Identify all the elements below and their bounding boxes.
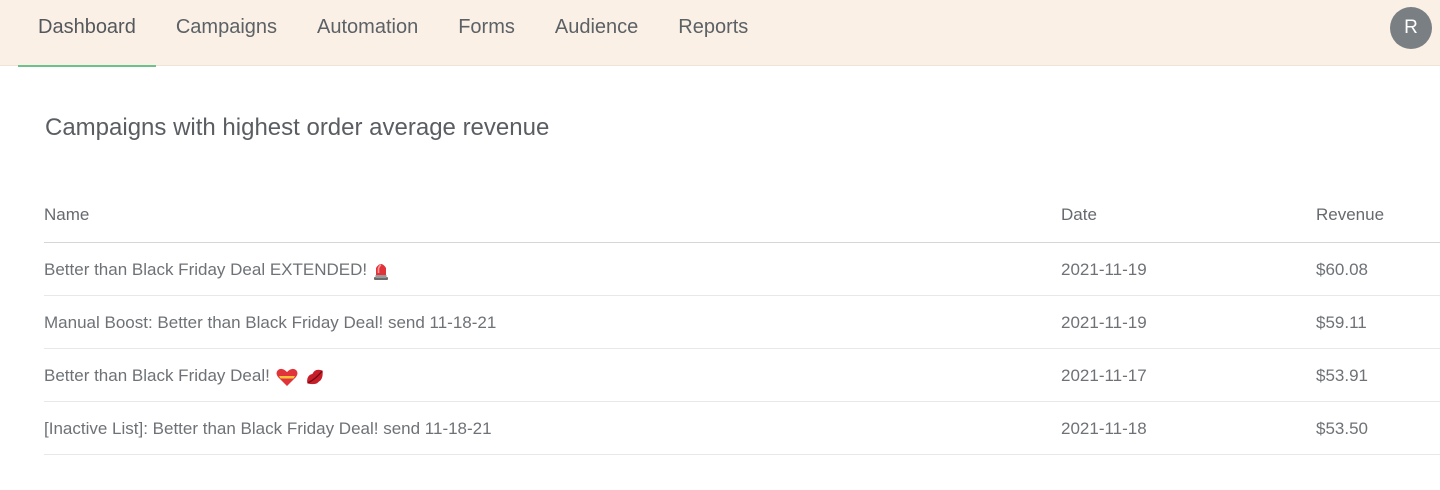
campaign-name[interactable]: Manual Boost: Better than Black Friday D… — [44, 313, 496, 332]
nav-tabs: Dashboard Campaigns Automation Forms Aud… — [18, 0, 768, 67]
table-header: Name Date Revenue — [44, 190, 1440, 243]
campaign-name-cell[interactable]: Manual Boost: Better than Black Friday D… — [44, 296, 496, 349]
header-date[interactable]: Date — [1061, 190, 1097, 243]
campaign-name-cell[interactable]: Better than Black Friday Deal EXTENDED! — [44, 243, 389, 296]
avatar[interactable]: R — [1390, 7, 1432, 49]
lips-icon — [304, 367, 326, 387]
campaign-name-cell[interactable]: [Inactive List]: Better than Black Frida… — [44, 402, 492, 455]
tab-audience[interactable]: Audience — [535, 0, 658, 66]
campaign-name[interactable]: Better than Black Friday Deal! — [44, 366, 270, 385]
header-name[interactable]: Name — [44, 190, 89, 243]
campaign-revenue: $59.11 — [1316, 313, 1367, 332]
section-title: Campaigns with highest order average rev… — [45, 114, 550, 141]
siren-icon — [373, 261, 389, 281]
campaign-date: 2021-11-19 — [1061, 313, 1147, 332]
table-row[interactable]: Better than Black Friday Deal EXTENDED! … — [44, 243, 1440, 296]
tab-forms[interactable]: Forms — [438, 0, 535, 66]
table-row[interactable]: [Inactive List]: Better than Black Frida… — [44, 402, 1440, 455]
heart-icon — [276, 367, 298, 387]
campaign-date: 2021-11-17 — [1061, 366, 1147, 385]
campaign-name[interactable]: Better than Black Friday Deal EXTENDED! — [44, 260, 367, 279]
campaigns-table: Name Date Revenue Better than Black Frid… — [44, 190, 1440, 455]
campaign-name-cell[interactable]: Better than Black Friday Deal! — [44, 349, 326, 402]
tab-campaigns[interactable]: Campaigns — [156, 0, 297, 66]
tab-reports[interactable]: Reports — [658, 0, 768, 66]
tab-dashboard[interactable]: Dashboard — [18, 0, 156, 67]
header-revenue[interactable]: Revenue — [1316, 190, 1384, 243]
table-row[interactable]: Manual Boost: Better than Black Friday D… — [44, 296, 1440, 349]
campaign-revenue: $53.91 — [1316, 366, 1368, 385]
campaign-revenue: $60.08 — [1316, 260, 1368, 279]
tab-automation[interactable]: Automation — [297, 0, 438, 66]
campaign-revenue: $53.50 — [1316, 419, 1368, 438]
campaign-name[interactable]: [Inactive List]: Better than Black Frida… — [44, 419, 492, 438]
table-row[interactable]: Better than Black Friday Deal! 2021-11-1… — [44, 349, 1440, 402]
campaign-date: 2021-11-18 — [1061, 419, 1147, 438]
campaign-date: 2021-11-19 — [1061, 260, 1147, 279]
top-navigation: Dashboard Campaigns Automation Forms Aud… — [0, 0, 1440, 67]
